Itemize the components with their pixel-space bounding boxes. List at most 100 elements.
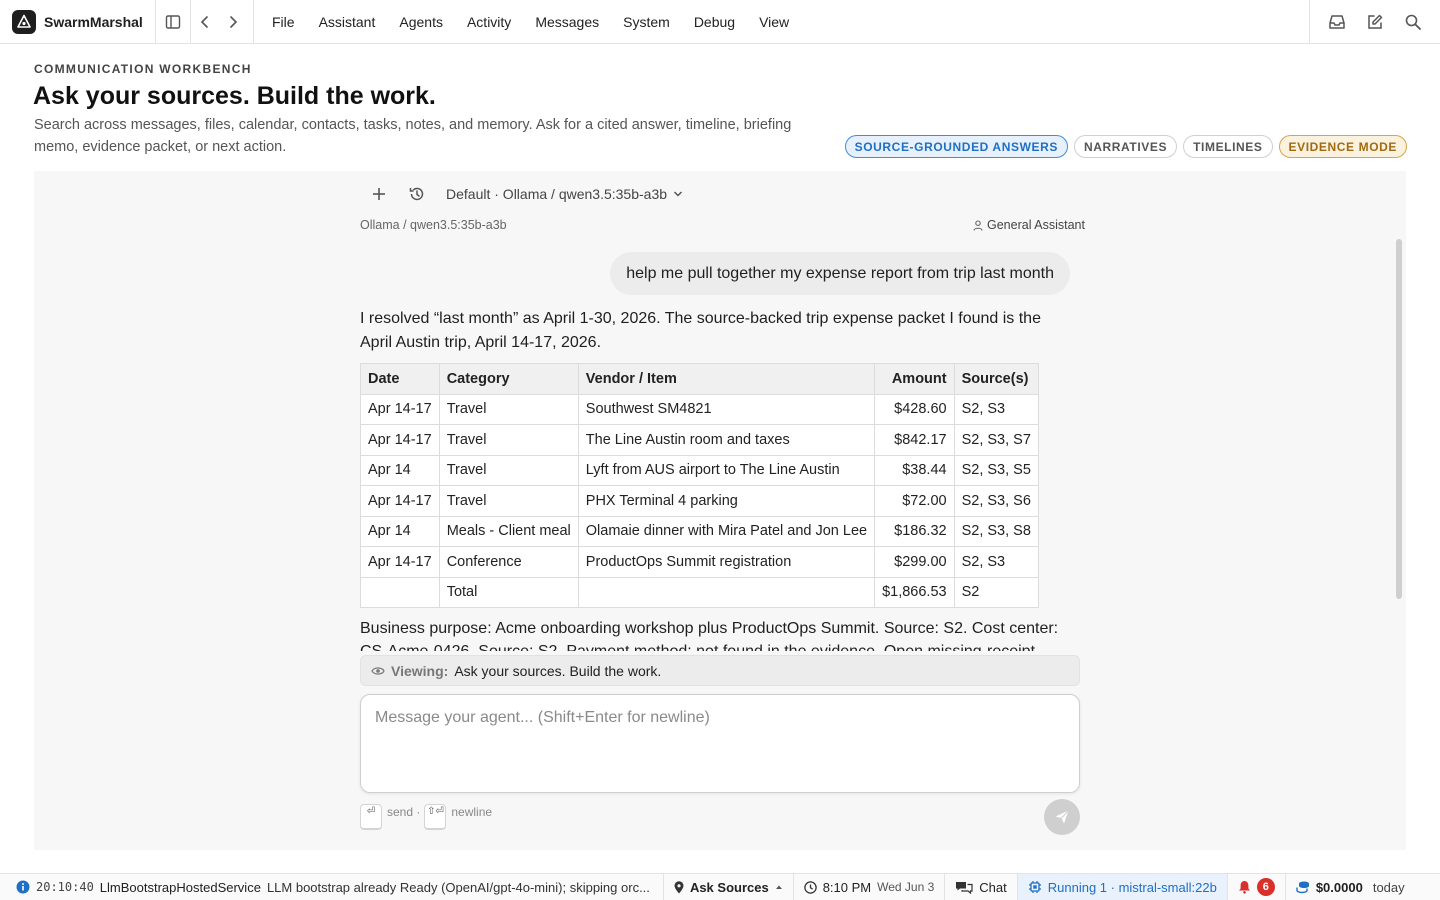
search-icon[interactable] <box>1394 0 1432 44</box>
toolbar-actions <box>1309 0 1440 44</box>
agent-label[interactable]: General Assistant <box>973 218 1085 232</box>
chip-narratives[interactable]: NARRATIVES <box>1073 135 1178 158</box>
chat-segment[interactable]: Chat <box>945 873 1018 900</box>
info-icon <box>16 880 30 894</box>
message-input[interactable] <box>361 695 1079 792</box>
chip-timelines[interactable]: TIMELINES <box>1183 135 1273 158</box>
notifications-segment[interactable]: 6 <box>1228 873 1286 900</box>
send-button[interactable] <box>1044 799 1080 835</box>
running-label: Running 1 · mistral-small:22b <box>1047 879 1217 895</box>
conversation-scrollbar[interactable] <box>1396 239 1402 599</box>
cell-date: Apr 14 <box>360 454 440 486</box>
cell-amount: $38.44 <box>874 454 955 486</box>
cell-sources: S2, S3 <box>953 546 1039 578</box>
chevron-down-icon <box>673 191 683 197</box>
bell-icon <box>1238 881 1250 894</box>
app-logo-icon <box>12 9 36 34</box>
table-total-row: Total $1,866.53 S2 <box>360 576 1039 608</box>
menu-agents[interactable]: Agents <box>387 0 455 44</box>
active-model: Ollama / qwen3.5:35b-a3b <box>360 218 507 232</box>
service-log-entry[interactable]: 20:10:40 LlmBootstrapHostedService LLM b… <box>0 873 664 900</box>
business-purpose-text: Business purpose: Acme onboarding worksh… <box>360 620 1059 651</box>
cell-vendor: PHX Terminal 4 parking <box>577 485 876 517</box>
cell-category: Travel <box>438 393 579 425</box>
table-row: Apr 14-17 Travel PHX Terminal 4 parking … <box>360 485 1039 517</box>
menu-bar: File Assistant Agents Activity Messages … <box>254 0 801 44</box>
compose-icon[interactable] <box>1356 0 1394 44</box>
table-row: Apr 14-17 Travel Southwest SM4821 $428.6… <box>360 393 1039 425</box>
cell-vendor: The Line Austin room and taxes <box>577 424 876 456</box>
cell-amount: $72.00 <box>874 485 955 517</box>
cpu-icon <box>1028 881 1041 893</box>
app-name: SwarmMarshal <box>44 13 143 30</box>
section-eyebrow: COMMUNICATION WORKBENCH <box>34 62 252 76</box>
cell-amount: $428.60 <box>874 393 955 425</box>
history-icon[interactable] <box>398 179 436 209</box>
mode-chips: SOURCE-GROUNDED ANSWERS NARRATIVES TIMEL… <box>844 135 1407 158</box>
chip-evidence-mode[interactable]: EVIDENCE MODE <box>1278 135 1407 158</box>
cell-category: Travel <box>438 424 579 456</box>
menu-view[interactable]: View <box>747 0 801 44</box>
menu-system[interactable]: System <box>611 0 682 44</box>
page-title: Ask your sources. Build the work. <box>33 82 436 110</box>
running-agents-segment[interactable]: Running 1 · mistral-small:22b <box>1017 873 1228 900</box>
cell-vendor: Olamaie dinner with Mira Patel and Jon L… <box>577 515 876 547</box>
chat-label: Chat <box>979 879 1007 895</box>
model-selector[interactable]: Default · Ollama / qwen3.5:35b-a3b <box>446 186 683 202</box>
viewing-context-bar: Viewing: Ask your sources. Build the wor… <box>360 655 1080 686</box>
workbench-panel: Default · Ollama / qwen3.5:35b-a3b Ollam… <box>34 171 1406 850</box>
keyboard-hints: ⏎ send · ⇧⏎ newline <box>360 804 496 830</box>
cell-amount: $1,866.53 <box>874 576 955 608</box>
hint-send: send · <box>387 805 421 819</box>
inbox-icon[interactable] <box>1318 0 1356 44</box>
cell-date <box>360 576 440 608</box>
cell-vendor <box>577 576 876 608</box>
new-chat-plus-icon[interactable] <box>360 179 398 209</box>
cell-vendor: ProductOps Summit registration <box>577 546 876 578</box>
cell-category: Travel <box>438 454 579 486</box>
chat-toolbar: Default · Ollama / qwen3.5:35b-a3b <box>360 179 683 209</box>
viewing-label: Viewing: <box>391 662 449 679</box>
table-row: Apr 14 Meals - Client meal Olamaie dinne… <box>360 515 1039 547</box>
cell-date: Apr 14-17 <box>360 393 440 425</box>
location-segment[interactable]: Ask Sources <box>664 873 794 900</box>
toggle-sidebar-icon[interactable] <box>156 0 190 44</box>
col-vendor: Vendor / Item <box>577 363 876 395</box>
cell-sources: S2 <box>953 576 1039 608</box>
cell-vendor: Southwest SM4821 <box>577 393 876 425</box>
clock-icon <box>803 880 817 894</box>
cost-amount: $0.0000 <box>1315 879 1363 895</box>
eye-icon <box>371 666 385 675</box>
col-sources: Source(s) <box>953 363 1039 395</box>
menu-activity[interactable]: Activity <box>455 0 523 44</box>
cell-category: Conference <box>438 546 579 578</box>
brand[interactable]: SwarmMarshal <box>0 0 156 44</box>
cell-category: Meals - Client meal <box>438 515 579 547</box>
table-row: Apr 14-17 Travel The Line Austin room an… <box>360 424 1039 456</box>
status-bar: 20:10:40 LlmBootstrapHostedService LLM b… <box>0 873 1440 900</box>
cost-period: today <box>1372 879 1405 895</box>
cell-category: Total <box>438 576 579 608</box>
forward-chevron-icon[interactable] <box>219 0 247 44</box>
clock-time: 8:10 PM <box>822 879 872 895</box>
location-label: Ask Sources <box>689 879 769 895</box>
menu-file[interactable]: File <box>260 0 307 44</box>
person-icon <box>973 219 983 231</box>
cell-sources: S2, S3, S8 <box>953 515 1039 547</box>
cost-segment[interactable]: $0.0000 today <box>1286 874 1415 900</box>
log-message: LLM bootstrap already Ready (OpenAI/gpt-… <box>266 879 650 895</box>
menu-assistant[interactable]: Assistant <box>307 0 388 44</box>
notification-count-badge: 6 <box>1256 878 1275 896</box>
top-bar: SwarmMarshal File Assistant Agents Activ… <box>0 0 1440 44</box>
agent-name: General Assistant <box>987 218 1085 232</box>
menu-debug[interactable]: Debug <box>682 0 747 44</box>
cell-date: Apr 14-17 <box>360 424 440 456</box>
hint-newline: newline <box>451 805 493 819</box>
col-amount: Amount <box>874 363 955 395</box>
back-chevron-icon[interactable] <box>191 0 219 44</box>
menu-messages[interactable]: Messages <box>523 0 611 44</box>
enter-key: ⏎ <box>360 804 382 830</box>
expense-table: Date Category Vendor / Item Amount Sourc… <box>360 363 1039 608</box>
chip-source-grounded-answers[interactable]: SOURCE-GROUNDED ANSWERS <box>844 135 1068 158</box>
caret-up-icon <box>775 885 782 889</box>
